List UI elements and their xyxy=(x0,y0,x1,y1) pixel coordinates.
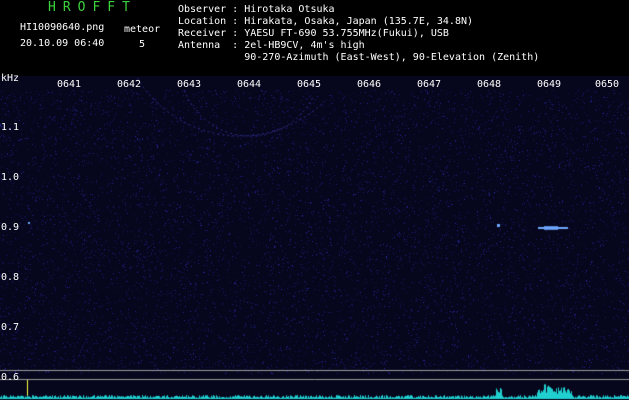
x-tick-label: 0647 xyxy=(417,79,442,90)
x-tick-label: 0649 xyxy=(537,79,562,90)
y-tick-label: 0.9 xyxy=(1,222,20,233)
file-name: HI10090640.png xyxy=(20,22,105,33)
x-tick-label: 0643 xyxy=(177,79,202,90)
x-tick-label: 0641 xyxy=(57,79,82,90)
y-tick-label: 1.1 xyxy=(1,122,20,133)
timestamp: 20.10.09 06:40 xyxy=(20,38,105,49)
x-tick-label: 0642 xyxy=(117,79,142,90)
antenna-info: Antenna : 2el-HB9CV, 4m's high xyxy=(178,40,365,51)
app-title: HROFFT xyxy=(48,0,137,15)
meteor-count: 5 xyxy=(139,39,146,50)
y-axis-unit: kHz xyxy=(1,73,20,84)
location-info: Location : Hirakata, Osaka, Japan (135.7… xyxy=(178,16,474,27)
x-tick-label: 0646 xyxy=(357,79,382,90)
spectrogram-canvas xyxy=(0,76,629,400)
antenna-direction-info: 90-270-Azimuth (East-West), 90-Elevation… xyxy=(178,52,540,63)
x-tick-label: 0644 xyxy=(237,79,262,90)
x-tick-label: 0645 xyxy=(297,79,322,90)
y-tick-label: 1.0 xyxy=(1,172,20,183)
y-tick-label: 0.7 xyxy=(1,322,20,333)
receiver-info: Receiver : YAESU FT-690 53.755MHz(Fukui)… xyxy=(178,28,449,39)
spectrogram-panel: kHz 1.1 1.0 0.9 0.8 0.7 0.6 0641 0642 06… xyxy=(0,73,629,400)
meteor-label: meteor xyxy=(124,24,161,35)
header-panel: HROFFT HI10090640.png 20.10.09 06:40 met… xyxy=(0,0,629,76)
y-tick-label: 0.8 xyxy=(1,272,20,283)
x-tick-label: 0650 xyxy=(595,79,620,90)
x-tick-label: 0648 xyxy=(477,79,502,90)
observer-info: Observer : Hirotaka Otsuka xyxy=(178,4,335,15)
y-tick-label: 0.6 xyxy=(1,372,20,383)
